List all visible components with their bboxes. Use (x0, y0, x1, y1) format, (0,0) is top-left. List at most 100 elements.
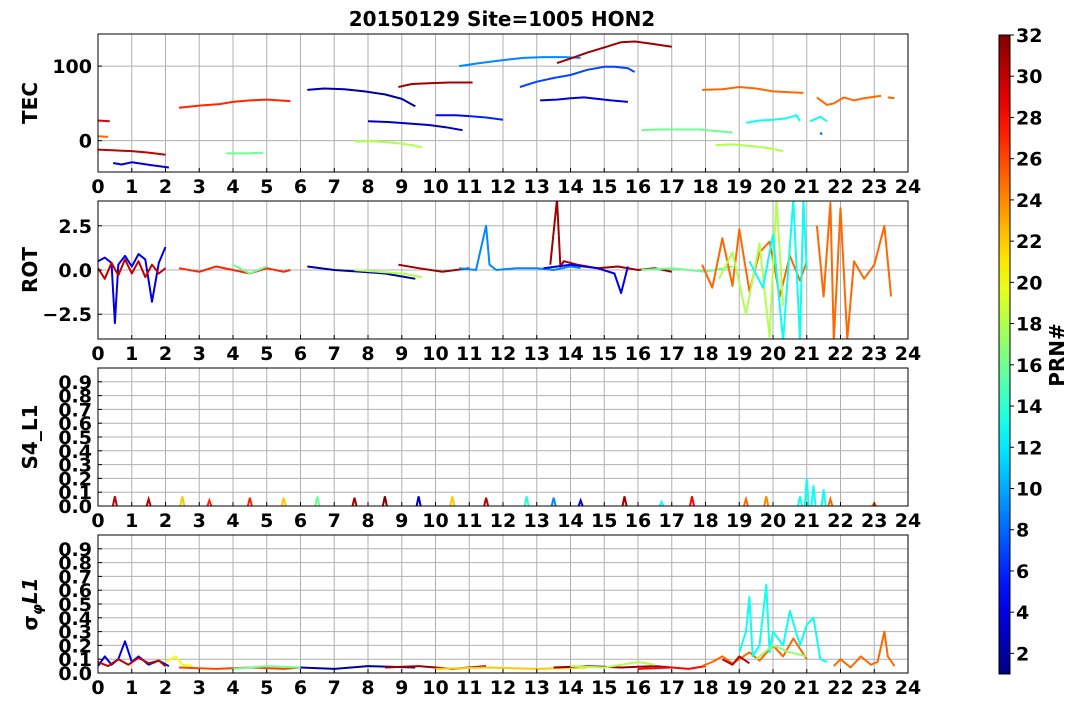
series-prn-29 (98, 119, 110, 123)
x-tick-label: 18 (692, 343, 718, 365)
x-tick-label: 16 (625, 510, 651, 532)
colorbar-tick-label: 30 (1016, 66, 1042, 88)
x-tick-label: 10 (422, 677, 448, 699)
y-tick-label: 100 (52, 56, 92, 78)
x-tick-label: 2 (159, 343, 172, 365)
x-tick-label: 24 (895, 176, 921, 198)
series-prn-31 (556, 40, 672, 65)
x-tick-label: 4 (226, 677, 239, 699)
x-tick-label: 15 (591, 510, 617, 532)
x-tick-label: 1 (125, 343, 138, 365)
series-prn-25 (815, 201, 893, 339)
series-prn-25 (833, 630, 896, 669)
series-prn-8 (819, 131, 823, 136)
spike-prn-4 (577, 497, 584, 506)
series-prn-6 (469, 115, 504, 121)
x-tick-label: 23 (861, 677, 887, 699)
x-tick-label: 19 (726, 343, 752, 365)
x-tick-label: 1 (125, 176, 138, 198)
x-tick-label: 6 (294, 343, 307, 365)
panels: 0 1 2 3 4 5 6 7 8 9 10 11 12 13 14 15 16 17 18 19 20 21 22 23 24… (18, 33, 921, 699)
spike-prn-31 (621, 496, 628, 506)
x-tick-label: 10 (422, 510, 448, 532)
series-prn-5 (435, 114, 470, 118)
x-tick-label: 0 (91, 343, 104, 365)
x-tick-label: 9 (395, 343, 408, 365)
colorbar-label: PRN# (1045, 323, 1069, 387)
y-tick-label: 2.5 (58, 216, 92, 238)
x-tick-label: 22 (827, 510, 853, 532)
series-group (98, 40, 895, 169)
spike-prn-13 (810, 485, 817, 506)
x-tick-label: 16 (625, 677, 651, 699)
spike-prn-14 (523, 496, 530, 506)
y-axis-label: S4_L1 (18, 405, 42, 470)
x-tick-label: 10 (422, 343, 448, 365)
x-tick-label: 11 (456, 343, 482, 365)
spike-prn-13 (797, 496, 803, 506)
spike-prn-25 (827, 495, 834, 506)
colorbar-tick-label: 14 (1016, 396, 1042, 418)
colorbar-tick-label: 16 (1016, 355, 1042, 377)
spike-prn-22 (449, 496, 456, 506)
x-tick-label: 3 (193, 176, 206, 198)
panel-1: 0 1 2 3 4 5 6 7 8 9 10 11 12 13 14 15 16 17 18 19 20 21 22 23 24… (18, 33, 921, 198)
x-tick-label: 8 (361, 176, 374, 198)
x-tick-label: 5 (260, 677, 273, 699)
x-tick-label: 5 (260, 176, 273, 198)
x-tick-label: 24 (895, 343, 921, 365)
x-tick-label: 6 (294, 510, 307, 532)
series-prn-16 (232, 263, 268, 275)
colorbar-tick-label: 18 (1016, 314, 1042, 336)
x-tick-label: 11 (456, 677, 482, 699)
x-tick-label: 2 (159, 510, 172, 532)
x-tick-label: 7 (328, 677, 341, 699)
y-tick-label: 0.0 (58, 260, 92, 282)
x-tick-label: 12 (490, 343, 516, 365)
colorbar-tick-label: 8 (1016, 520, 1029, 542)
spike-prn-24 (763, 496, 770, 506)
spike-prn-30 (111, 496, 118, 506)
x-tick-label: 2 (159, 677, 172, 699)
panel-2: 0 1 2 3 4 5 6 7 8 9 10 11 12 13 14 15 16 17 18 19 20 21 22 23 24… (18, 200, 921, 365)
x-tick-label: 24 (895, 510, 921, 532)
colorbar-tick-label: 2 (1016, 643, 1029, 665)
x-tick-label: 14 (557, 510, 583, 532)
x-tick-label: 19 (726, 176, 752, 198)
x-tick-label: 21 (794, 176, 820, 198)
spike-prn-22 (280, 497, 287, 506)
series-prn-25 (887, 96, 895, 100)
colorbar-tick-label: 24 (1016, 190, 1042, 212)
spike-prn-9 (550, 497, 557, 506)
y-tick-label: 0 (79, 131, 92, 153)
y-axis-label: TEC (18, 82, 42, 124)
x-tick-label: 5 (260, 510, 273, 532)
x-tick-label: 8 (361, 343, 374, 365)
x-tick-label: 13 (524, 677, 550, 699)
spike-prn-3 (415, 496, 422, 506)
x-tick-label: 16 (625, 176, 651, 198)
x-tick-label: 7 (328, 510, 341, 532)
x-tick-label: 3 (193, 510, 206, 532)
figure: 20150129 Site=1005 HON2 0 1 2 3 4 5 6 7 8 9 10 11 12… (18, 7, 1069, 699)
colorbar-tick-label: 26 (1016, 149, 1042, 171)
spike-prn-27 (206, 497, 213, 506)
spike-prn-25 (743, 495, 749, 506)
x-tick-label: 9 (395, 677, 408, 699)
x-tick-label: 18 (692, 510, 718, 532)
x-tick-label: 11 (456, 176, 482, 198)
prn-colorbar: 2468101214161820222426283032PRN# (998, 25, 1069, 675)
x-tick-label: 8 (361, 677, 374, 699)
spike-prn-22 (179, 496, 186, 506)
x-tick-label: 20 (760, 176, 786, 198)
x-tick-label: 17 (659, 510, 685, 532)
x-tick-label: 21 (794, 677, 820, 699)
colorbar-tick-label: 4 (1016, 602, 1029, 624)
x-tick-label: 19 (726, 677, 752, 699)
y-tick-label: 0.9 (58, 372, 92, 394)
x-tick-label: 15 (591, 176, 617, 198)
series-group (98, 583, 896, 670)
x-tick-label: 23 (861, 176, 887, 198)
x-tick-label: 4 (226, 176, 239, 198)
x-tick-label: 15 (591, 343, 617, 365)
